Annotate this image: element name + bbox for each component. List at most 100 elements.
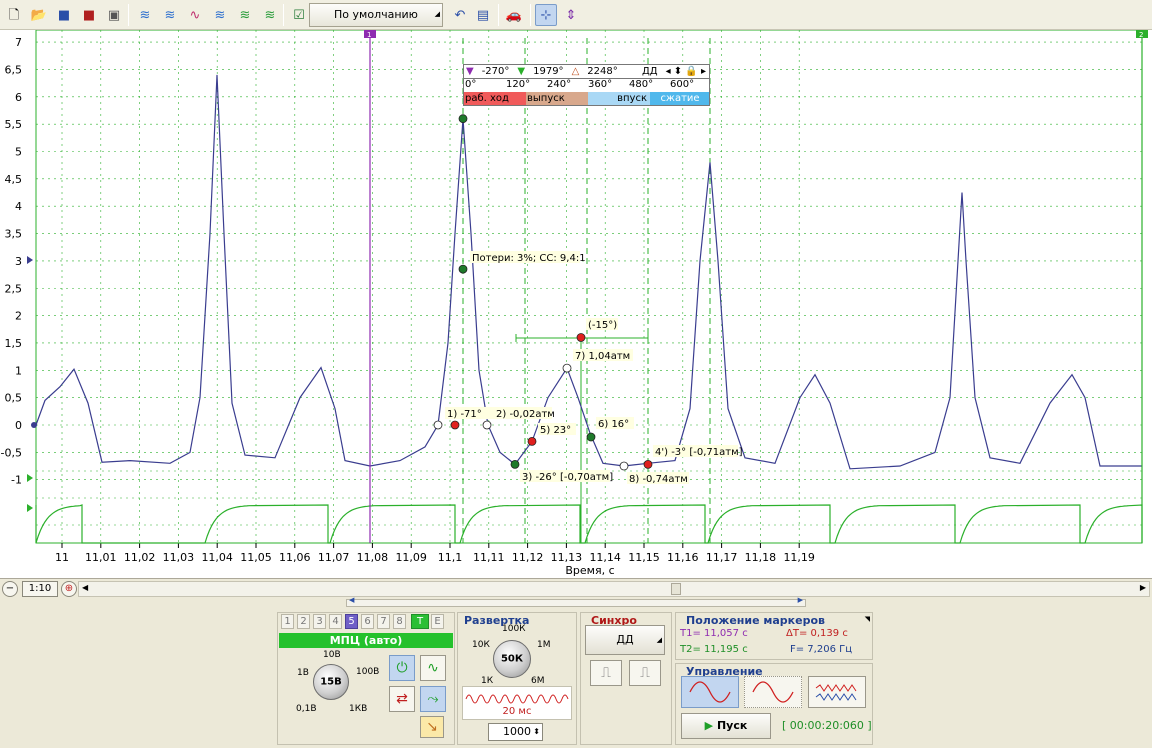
plot-scroll-row: − 1:10 ⊕ ◀ ▶ bbox=[0, 578, 1152, 598]
phase-exhaust: выпуск bbox=[526, 92, 588, 105]
sync-trace bbox=[35, 504, 1143, 544]
scroll-left-icon[interactable]: ◀ bbox=[82, 583, 88, 592]
plot-canvas[interactable]: 7 6,5 6 5,5 5 4,5 4 3,5 3 2,5 2 1,5 1 0,5 0 -0,5 -1 11 11,… bbox=[0, 30, 1152, 578]
start-button[interactable]: ▶ Пуск bbox=[681, 713, 771, 739]
zoom-out-icon[interactable]: − bbox=[2, 581, 18, 597]
right-arrow-icon: ▶ bbox=[797, 596, 803, 604]
sync-falling-edge-button[interactable]: ⎍ bbox=[629, 660, 661, 686]
channel-tab-3[interactable]: 3 bbox=[313, 614, 326, 629]
car-icon[interactable]: 🚗 bbox=[503, 4, 525, 26]
filter-button[interactable]: ⤳ bbox=[420, 686, 446, 712]
markers-expand-icon[interactable]: ◥ bbox=[865, 615, 870, 623]
left-arrow-icon: ◀ bbox=[349, 596, 355, 604]
save-as-icon[interactable]: ■ bbox=[78, 4, 100, 26]
channel-tab-e[interactable]: E bbox=[431, 614, 444, 629]
wave-2-icon[interactable]: ≋ bbox=[159, 4, 181, 26]
point-3-annotation: 3) -26° [-0,70атм] bbox=[522, 472, 613, 483]
x-tick-label: 11,12 bbox=[512, 551, 544, 564]
point-1-annotation: 1) -71° bbox=[447, 409, 482, 420]
angle-scale-widget[interactable]: ▼ -270° ▼ 1979° △ 2248° ДД ◂ ⬍ 🔒 ▸ 0° 12… bbox=[463, 64, 710, 106]
channel-tab-8[interactable]: 8 bbox=[393, 614, 406, 629]
invert-button[interactable]: ⇄ bbox=[389, 686, 415, 712]
ch-knob-label-left: 1В bbox=[297, 668, 309, 678]
continuous-sweep-button[interactable] bbox=[744, 676, 802, 708]
sync-mode-button[interactable]: ДД ◢ bbox=[585, 625, 665, 655]
signal-trace bbox=[35, 74, 1142, 470]
wave-1-icon[interactable]: ≋ bbox=[134, 4, 156, 26]
recorder-mode-button[interactable] bbox=[808, 676, 866, 708]
channel-tab-6[interactable]: 6 bbox=[361, 614, 374, 629]
angle-delta-icon: △ bbox=[571, 66, 580, 77]
y-tick-label: 2 bbox=[15, 310, 22, 323]
x-tick-label: 11,08 bbox=[357, 551, 389, 564]
cursor-sync-icon[interactable]: ⊹ bbox=[535, 4, 557, 26]
measurement-point bbox=[586, 432, 596, 442]
auto-button[interactable]: ↘ bbox=[420, 716, 444, 738]
panel-resize-handle[interactable]: ◀ ▶ bbox=[346, 596, 806, 607]
channel-mode-label: МПЦ (авто) bbox=[279, 633, 453, 648]
measurement-point bbox=[576, 333, 586, 342]
point-5-annotation: 5) 23° bbox=[540, 425, 571, 436]
sync-level-icon[interactable] bbox=[27, 474, 33, 482]
angle-nav-icon[interactable]: ◂ ⬍ 🔒 ▸ bbox=[666, 66, 709, 77]
sync-offset-icon[interactable] bbox=[27, 504, 33, 512]
channel-tab-7[interactable]: 7 bbox=[377, 614, 390, 629]
scroll-right-icon[interactable]: ▶ bbox=[1140, 583, 1146, 592]
voltage-knob[interactable]: 15В bbox=[313, 664, 349, 700]
channel-tab-1[interactable]: 1 bbox=[281, 614, 294, 629]
undo-icon[interactable]: ↶ bbox=[449, 4, 471, 26]
wave-4-icon[interactable]: ≋ bbox=[209, 4, 231, 26]
channel-tab-t[interactable]: T bbox=[411, 614, 429, 629]
sw-knob-label-right: 1М bbox=[537, 640, 551, 650]
channel-tab-4[interactable]: 4 bbox=[329, 614, 342, 629]
sync-dropdown-icon: ◢ bbox=[656, 636, 662, 644]
stepper-arrows-icon[interactable]: ⬍ bbox=[533, 724, 540, 740]
angle-mode[interactable]: ДД bbox=[642, 66, 658, 77]
x-axis-title: Время, с bbox=[565, 564, 614, 577]
tick-240: 240° bbox=[547, 79, 572, 90]
y-tick-label: 4,5 bbox=[5, 173, 23, 186]
scroll-thumb[interactable] bbox=[671, 583, 681, 595]
oscilloscope-plot[interactable]: 7 6,5 6 5,5 5 4,5 4 3,5 3 2,5 2 1,5 1 0,5 0 -0,5 -1 11 11,… bbox=[0, 30, 1152, 578]
single-sweep-button[interactable] bbox=[681, 676, 739, 708]
x-tick-label: 11,03 bbox=[163, 551, 195, 564]
save-view-icon[interactable]: ▤ bbox=[472, 4, 494, 26]
wave-6-icon[interactable]: ≋ bbox=[259, 4, 281, 26]
tick-120: 120° bbox=[506, 79, 531, 90]
measurement-point bbox=[433, 420, 443, 430]
wave-5-icon[interactable]: ≋ bbox=[234, 4, 256, 26]
sync-rising-edge-button[interactable]: ⎍ bbox=[590, 660, 622, 686]
x-tick-label: 11,01 bbox=[85, 551, 117, 564]
sweep-knob[interactable]: 50К bbox=[493, 640, 531, 678]
points-stepper[interactable]: 1000 ⬍ bbox=[488, 723, 543, 741]
wave-3-icon[interactable]: ∿ bbox=[184, 4, 206, 26]
measurement-point bbox=[510, 459, 520, 469]
y-tick-label: 7 bbox=[15, 36, 22, 49]
power-button[interactable]: ⏻ bbox=[389, 655, 415, 681]
y-tick-label: -1 bbox=[11, 474, 22, 487]
preset-select[interactable]: По умолчанию ◢ bbox=[309, 3, 443, 27]
zoom-in-icon[interactable]: ⊕ bbox=[61, 581, 77, 597]
ac-coupling-button[interactable]: ∿ bbox=[420, 655, 446, 681]
open-folder-icon[interactable]: 📂 bbox=[28, 4, 50, 26]
x-tick-label: 11,06 bbox=[279, 551, 311, 564]
fit-icon[interactable]: ⇕ bbox=[560, 4, 582, 26]
channel-tab-5[interactable]: 5 bbox=[345, 614, 358, 629]
channel-tab-2[interactable]: 2 bbox=[297, 614, 310, 629]
angle-start-icon: ▼ bbox=[466, 66, 474, 77]
x-tick-label: 11,02 bbox=[124, 551, 156, 564]
new-file-icon[interactable]: 🗋 bbox=[3, 4, 25, 26]
check-list-icon[interactable]: ☑ bbox=[288, 4, 310, 26]
measurement-point bbox=[643, 459, 653, 469]
save-icon[interactable]: ■ bbox=[53, 4, 75, 26]
phase-intake: впуск bbox=[588, 92, 650, 105]
angle-delta: 2248° bbox=[587, 66, 618, 77]
channel-offset-icon[interactable] bbox=[27, 256, 33, 264]
horizontal-scrollbar[interactable]: ◀ ▶ bbox=[78, 581, 1150, 597]
print-icon[interactable]: ▣ bbox=[103, 4, 125, 26]
marker-dt: ΔT= 0,139 с bbox=[786, 628, 848, 639]
zero-level-icon[interactable] bbox=[31, 422, 37, 428]
y-tick-label: 1 bbox=[15, 364, 22, 377]
sweep-knob-value: 50К bbox=[500, 653, 524, 665]
zoom-level[interactable]: 1:10 bbox=[22, 581, 58, 597]
